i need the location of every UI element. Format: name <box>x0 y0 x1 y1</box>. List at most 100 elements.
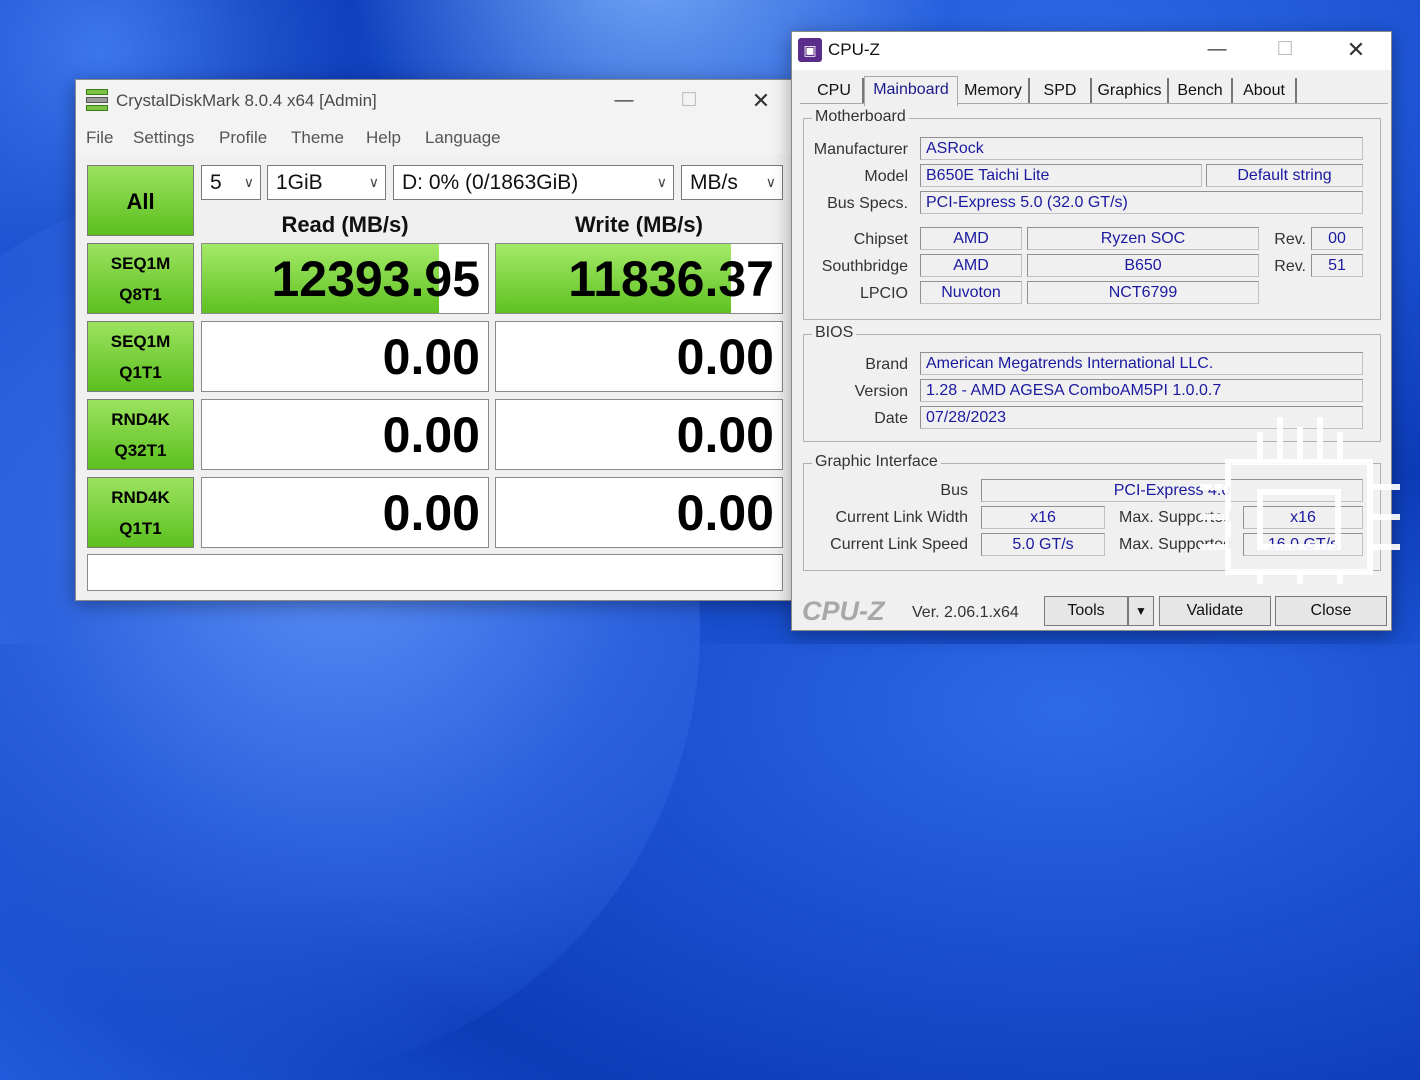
cpu-chip-icon: ▣ <box>798 38 822 62</box>
lpcio-name: NCT6799 <box>1027 281 1259 304</box>
cpuz-window-title: CPU-Z <box>828 40 880 59</box>
tools-dropdown-icon[interactable]: ▼ <box>1128 596 1154 626</box>
test-label-line1: SEQ1M <box>110 332 171 351</box>
chipset-name: Ryzen SOC <box>1027 227 1259 250</box>
read-result: 12393.95 <box>201 243 489 314</box>
menu-file[interactable]: File <box>86 128 113 148</box>
validate-button[interactable]: Validate <box>1159 596 1271 626</box>
test-label-line2: Q1T1 <box>119 519 162 538</box>
close-button[interactable]: Close <box>1275 596 1387 626</box>
cpuz-logo: CPU-Z <box>802 596 885 626</box>
close-icon[interactable]: ✕ <box>748 88 774 114</box>
write-result: 11836.37 <box>495 243 783 314</box>
tab-mainboard[interactable]: Mainboard <box>864 76 958 106</box>
count-select[interactable]: 5 ∨ <box>201 165 261 200</box>
write-result: 0.00 <box>495 399 783 470</box>
bios-version-value: 1.28 - AMD AGESA ComboAM5PI 1.0.0.7 <box>920 379 1363 402</box>
maximize-icon[interactable]: ☐ <box>1272 37 1298 63</box>
write-result-value: 0.00 <box>676 329 774 385</box>
minimize-icon[interactable]: — <box>1204 37 1230 63</box>
tab-memory[interactable]: Memory <box>958 78 1030 104</box>
menu-theme[interactable]: Theme <box>291 128 344 148</box>
southbridge-label: Southbridge <box>821 258 908 275</box>
chipset-rev-label: Rev. <box>1274 231 1306 248</box>
chevron-down-icon: ∨ <box>765 174 776 190</box>
bios-date-value: 07/28/2023 <box>920 406 1363 429</box>
max-width-value: x16 <box>1243 506 1363 529</box>
size-select[interactable]: 1GiB ∨ <box>267 165 386 200</box>
model-label: Model <box>864 168 908 185</box>
disk-icon <box>86 89 108 111</box>
test-button-seq1m-q1t1[interactable]: SEQ1M Q1T1 <box>87 321 194 392</box>
bus-specs-value: PCI-Express 5.0 (32.0 GT/s) <box>920 191 1363 214</box>
link-width-value: x16 <box>981 506 1105 529</box>
test-label-line2: Q1T1 <box>119 363 162 382</box>
read-result-value: 0.00 <box>382 485 480 541</box>
menu-help[interactable]: Help <box>366 128 401 148</box>
test-label-line2: Q32T1 <box>114 441 167 460</box>
read-header: Read (MB/s) <box>281 212 409 237</box>
write-result: 0.00 <box>495 477 783 548</box>
model-extra-value: Default string <box>1206 164 1363 187</box>
cdm-titlebar[interactable]: CrystalDiskMark 8.0.4 x64 [Admin] — ☐ ✕ <box>76 80 791 122</box>
graphic-interface-group-title: Graphic Interface <box>812 453 941 471</box>
bios-version-label: Version <box>854 383 908 400</box>
lpcio-vendor: Nuvoton <box>920 281 1022 304</box>
test-button-rnd4k-q1t1[interactable]: RND4K Q1T1 <box>87 477 194 548</box>
read-result-value: 0.00 <box>382 407 480 463</box>
cpuz-version: Ver. 2.06.1.x64 <box>912 604 1019 621</box>
menu-settings[interactable]: Settings <box>133 128 194 148</box>
cdm-window-title: CrystalDiskMark 8.0.4 x64 [Admin] <box>116 91 377 110</box>
read-result: 0.00 <box>201 399 489 470</box>
tab-graphics[interactable]: Graphics <box>1092 78 1169 104</box>
cpuz-titlebar[interactable]: ▣ CPU-Z — ☐ ✕ <box>792 32 1391 70</box>
chevron-down-icon: ∨ <box>368 174 379 190</box>
maximize-icon[interactable]: ☐ <box>676 88 702 114</box>
close-icon[interactable]: ✕ <box>1343 37 1369 63</box>
link-speed-label: Current Link Speed <box>830 536 968 553</box>
manufacturer-value: ASRock <box>920 137 1363 160</box>
all-button[interactable]: All <box>87 165 194 236</box>
link-speed-value: 5.0 GT/s <box>981 533 1105 556</box>
max-speed-value: 16.0 GT/s <box>1243 533 1363 556</box>
cpuz-tabs: CPU Mainboard Memory SPD Graphics Bench … <box>800 76 1390 106</box>
tab-cpu[interactable]: CPU <box>806 78 864 104</box>
drive-select[interactable]: D: 0% (0/1863GiB) ∨ <box>393 165 674 200</box>
chevron-down-icon: ∨ <box>656 174 667 190</box>
cdm-menubar: File Settings Profile Theme Help Languag… <box>76 122 791 154</box>
unit-select[interactable]: MB/s ∨ <box>681 165 783 200</box>
southbridge-name: B650 <box>1027 254 1259 277</box>
read-result: 0.00 <box>201 477 489 548</box>
link-width-label: Current Link Width <box>835 509 969 526</box>
tab-bench[interactable]: Bench <box>1169 78 1233 104</box>
gi-bus-value: PCI-Express 4.0 <box>981 479 1363 502</box>
write-header: Write (MB/s) <box>575 212 703 237</box>
read-result-value: 0.00 <box>382 329 480 385</box>
bios-brand-label: Brand <box>865 356 908 373</box>
size-select-value: 1GiB <box>276 171 323 194</box>
chipset-label: Chipset <box>853 231 908 248</box>
menu-profile[interactable]: Profile <box>219 128 267 148</box>
bios-group-title: BIOS <box>812 324 857 342</box>
bios-brand-value: American Megatrends International LLC. <box>920 352 1363 375</box>
southbridge-rev: 51 <box>1311 254 1363 277</box>
tab-spd[interactable]: SPD <box>1030 78 1092 104</box>
tools-button[interactable]: Tools <box>1044 596 1128 626</box>
write-result-value: 11836.37 <box>568 251 774 307</box>
manufacturer-label: Manufacturer <box>813 141 908 158</box>
chipset-rev: 00 <box>1311 227 1363 250</box>
cpuz-window: ▣ CPU-Z — ☐ ✕ CPU Mainboard Memory SPD G… <box>791 31 1392 631</box>
test-label-line1: RND4K <box>111 410 170 429</box>
chipset-vendor: AMD <box>920 227 1022 250</box>
max-speed-label: Max. Supported <box>1119 536 1232 553</box>
comment-field[interactable] <box>87 554 783 591</box>
minimize-icon[interactable]: — <box>611 88 637 114</box>
cpuz-footer: CPU-Z Ver. 2.06.1.x64 Tools ▼ Validate C… <box>792 594 1391 630</box>
test-button-rnd4k-q32t1[interactable]: RND4K Q32T1 <box>87 399 194 470</box>
chevron-down-icon: ∨ <box>243 174 254 190</box>
test-label-line1: RND4K <box>111 488 170 507</box>
menu-language[interactable]: Language <box>425 128 501 148</box>
test-button-seq1m-q8t1[interactable]: SEQ1M Q8T1 <box>87 243 194 314</box>
tab-about[interactable]: About <box>1233 78 1297 104</box>
gi-bus-label: Bus <box>940 482 968 499</box>
